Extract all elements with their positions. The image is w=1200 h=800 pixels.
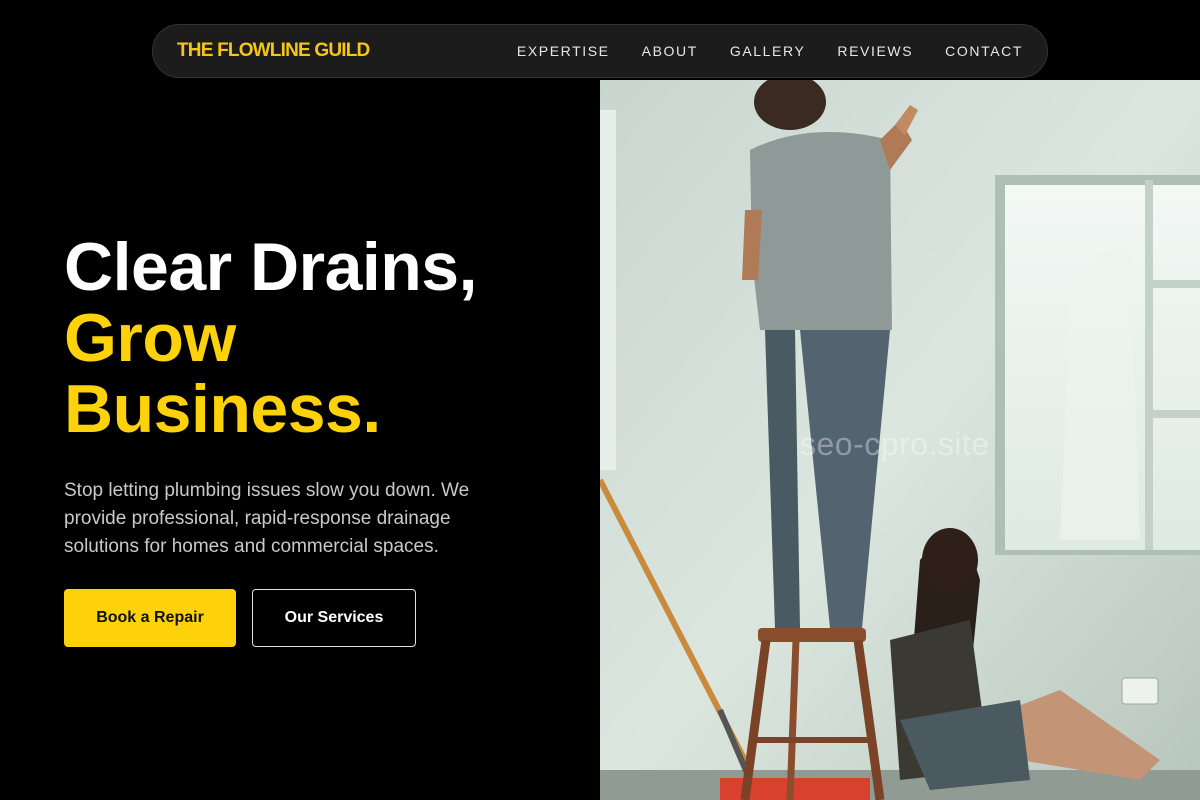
hero-subtext: Stop letting plumbing issues slow you do… (64, 480, 470, 557)
hero-text: Clear Drains, Grow Business. Stop lettin… (64, 232, 564, 561)
book-repair-button[interactable]: Book a Repair (64, 589, 236, 647)
hero-photo: seo-cpro.site (600, 80, 1200, 800)
nav-link-gallery[interactable]: GALLERY (730, 43, 806, 59)
hero-headline: Clear Drains, Grow Business. (64, 232, 564, 445)
image-watermark: seo-cpro.site (800, 426, 990, 462)
nav-link-contact[interactable]: CONTACT (945, 43, 1023, 59)
brand-logo[interactable]: THE FLOWLINE GUILD (177, 40, 370, 62)
nav-link-reviews[interactable]: REVIEWS (837, 43, 913, 59)
nav-link-expertise[interactable]: EXPERTISE (517, 43, 610, 59)
top-nav: THE FLOWLINE GUILD EXPERTISE ABOUT GALLE… (152, 24, 1048, 78)
headline-line-1: Clear Drains, (64, 229, 478, 305)
our-services-button[interactable]: Our Services (252, 589, 416, 647)
hero-buttons: Book a Repair Our Services (64, 589, 416, 647)
nav-links: EXPERTISE ABOUT GALLERY REVIEWS CONTACT (517, 43, 1023, 59)
headline-line-2: Grow (64, 300, 236, 376)
headline-line-3: Business. (64, 371, 381, 447)
nav-link-about[interactable]: ABOUT (642, 43, 698, 59)
